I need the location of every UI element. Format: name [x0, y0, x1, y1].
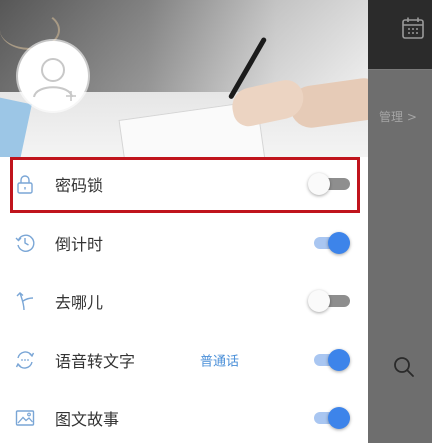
menu-item-label: 密码锁	[55, 176, 104, 196]
menu-item-countdown[interactable]: 倒计时	[0, 214, 368, 273]
countdown-toggle[interactable]	[308, 231, 352, 255]
search-icon[interactable]	[393, 356, 415, 378]
menu-item-label: 倒计时	[55, 234, 104, 254]
menu-item-label: 图文故事	[55, 410, 120, 430]
menu-item-voice-to-text[interactable]: 语音转文字 普通话	[0, 331, 368, 390]
menu-item-label: 语音转文字	[55, 351, 136, 371]
clock-history-icon	[15, 234, 35, 252]
toolbar-divider	[368, 69, 432, 70]
picture-story-toggle[interactable]	[308, 406, 352, 430]
side-drawer: 密码锁 倒计时 去哪儿 语音转文字 普通话 图文故事	[0, 0, 368, 443]
calendar-icon[interactable]	[401, 16, 425, 40]
menu-item-picture-story[interactable]: 图文故事	[0, 389, 368, 443]
menu-item-where-to-go[interactable]: 去哪儿	[0, 272, 368, 331]
menu-item-label: 去哪儿	[55, 293, 104, 313]
where-to-go-toggle[interactable]	[308, 289, 352, 313]
add-user-avatar-icon[interactable]	[18, 41, 88, 111]
drawer-menu: 密码锁 倒计时 去哪儿 语音转文字 普通话 图文故事	[0, 155, 368, 443]
password-lock-toggle[interactable]	[308, 172, 352, 196]
menu-item-password-lock[interactable]: 密码锁	[0, 155, 368, 214]
language-selector[interactable]: 普通话	[200, 350, 239, 369]
direction-arrow-icon	[16, 292, 34, 311]
voice-convert-icon	[15, 351, 35, 369]
manage-link[interactable]: 管理 >	[379, 108, 417, 125]
image-icon	[15, 410, 35, 426]
voice-to-text-toggle[interactable]	[308, 348, 352, 372]
lock-icon	[17, 175, 33, 194]
